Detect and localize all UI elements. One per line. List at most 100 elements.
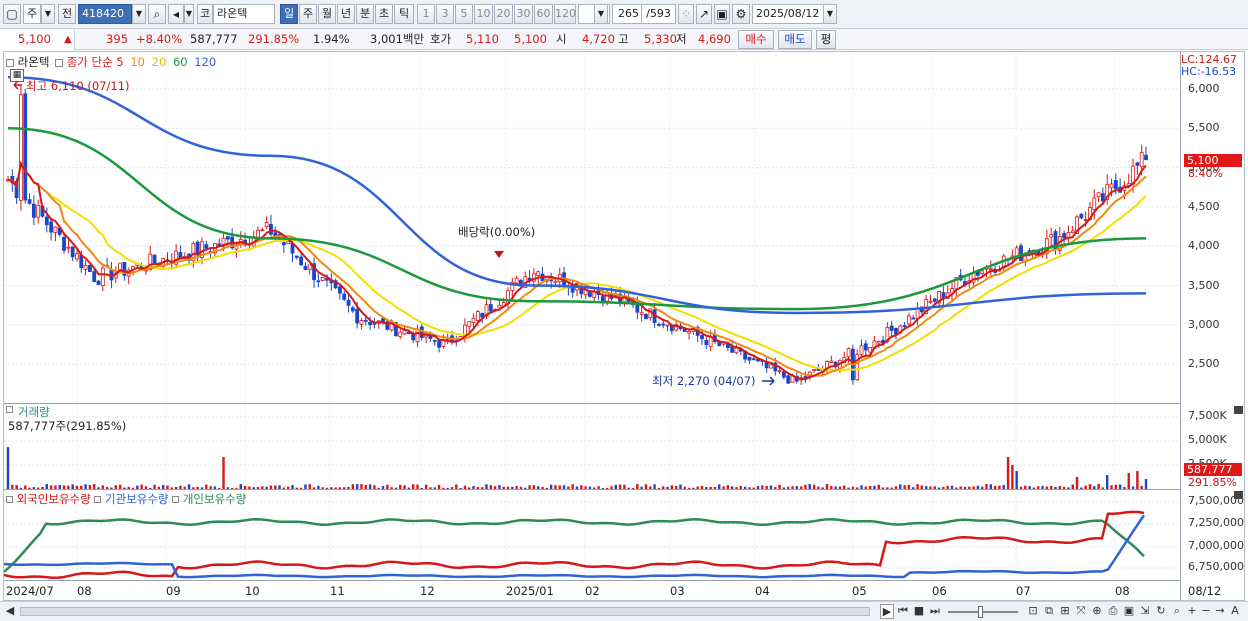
legend-handle-icon[interactable] [94, 496, 102, 503]
candle-body [320, 277, 325, 281]
layout-icon[interactable]: ⊡ [1026, 604, 1040, 619]
candle-body [553, 280, 558, 284]
candle-body [70, 246, 75, 258]
up-arrow-icon: ▲ [64, 34, 72, 45]
open-price: 4,720 [582, 32, 615, 46]
interval-30[interactable]: 30 [514, 4, 533, 24]
layout-icon[interactable]: ⊞ [1058, 604, 1072, 619]
volume-pane-close-icon[interactable] [1234, 406, 1243, 414]
rewind-icon[interactable]: ⏮ [896, 604, 910, 619]
interval-dropdown-icon[interactable]: ▼ [594, 4, 608, 24]
save-icon[interactable]: ▣ [714, 4, 730, 24]
quote-change: 395 [106, 32, 128, 46]
zoom-slider-thumb[interactable] [978, 606, 983, 618]
next-icon[interactable]: → [1214, 604, 1226, 619]
candle-body [812, 369, 816, 371]
holding-tick: 6,750,000 [1188, 560, 1244, 573]
chart-area[interactable]: 라온텍 종가 단순 5 10 20 60 120 ▦ 최고 6,110 (07/… [3, 51, 1245, 601]
grid-dots-icon[interactable]: ⁘ [678, 4, 694, 24]
scroll-track[interactable] [20, 607, 870, 616]
price-volume-separator[interactable] [4, 403, 1180, 404]
stop-icon[interactable]: ■ [912, 604, 926, 619]
scroll-left-icon[interactable]: ◀ [4, 604, 16, 619]
buy-button[interactable]: 매수 [738, 30, 774, 49]
export-icon[interactable]: ⇲ [1138, 604, 1152, 619]
interval-3[interactable]: 3 [436, 4, 454, 24]
forward-icon[interactable]: ⏭ [928, 604, 942, 619]
tab-period-tick[interactable]: 틱 [394, 4, 414, 24]
volume-bar [1127, 473, 1130, 489]
candle-body [1096, 192, 1101, 198]
chart-tool-icon[interactable]: ↗ [696, 4, 712, 24]
refresh-icon[interactable]: ↻ [1154, 604, 1168, 619]
chevron-down-icon[interactable]: ▼ [41, 4, 55, 24]
tab-period-week[interactable]: 주 [299, 4, 317, 24]
candle-body [269, 223, 273, 235]
chart-plot[interactable] [4, 52, 1244, 600]
candle-body [1113, 180, 1118, 190]
x-label: 04 [755, 584, 770, 598]
candle-body [782, 371, 786, 378]
candle-body [1019, 245, 1023, 262]
interval-120[interactable]: 120 [554, 4, 576, 24]
speaker-dropdown-icon[interactable]: ▼ [184, 4, 194, 24]
scroll-right-icon[interactable]: ▶ [880, 604, 894, 619]
auto-button[interactable]: A [1228, 604, 1242, 619]
speaker-icon[interactable]: ◂ [168, 4, 184, 24]
candle-body [902, 325, 907, 328]
table-icon[interactable]: ▦ [10, 69, 24, 82]
candle-body [777, 370, 782, 373]
search-icon[interactable]: ⌕ [148, 4, 166, 24]
interval-20[interactable]: 20 [494, 4, 513, 24]
sell-button[interactable]: 매도 [778, 30, 812, 49]
pane-handle-icon[interactable] [6, 58, 14, 67]
low-arrow-icon [762, 376, 775, 386]
crosshair-icon[interactable]: ⤧ [1074, 604, 1088, 619]
holding-pane-close-icon[interactable] [1234, 491, 1243, 499]
interval-10[interactable]: 10 [474, 4, 493, 24]
price-tick: 3,500 [1188, 279, 1220, 292]
tab-period-minute[interactable]: 분 [356, 4, 374, 24]
zoom-slider[interactable] [948, 611, 1018, 613]
interval-5[interactable]: 5 [455, 4, 473, 24]
candle-body [928, 300, 933, 303]
volume-pane-handle[interactable] [6, 406, 13, 413]
date-dropdown-icon[interactable]: ▼ [823, 4, 837, 24]
market-label[interactable]: 코 [197, 4, 213, 24]
volume-bar [1006, 457, 1010, 489]
period-main-select[interactable]: 주 [23, 4, 41, 24]
candle-body [488, 304, 493, 312]
gear-icon[interactable]: ⚙ [732, 4, 750, 24]
current-volume-pct: 291.85% [1188, 476, 1237, 489]
scroll-bar: ◀ ▶ ⏮ ■ ⏭ ⊡ ⧉ ⊞ ⤧ ⊕ ⎙ ▣ ⇲ ↻ ⌕ + − → A [0, 601, 1248, 621]
legend-handle-icon[interactable] [55, 58, 64, 67]
zoom-out-icon[interactable]: − [1200, 604, 1212, 619]
layout-icon[interactable]: ⧉ [1042, 604, 1056, 619]
image-icon[interactable]: ▣ [1122, 604, 1136, 619]
magnify-icon[interactable]: ⌕ [1170, 604, 1184, 619]
date-input[interactable]: 2025/08/12 [752, 4, 824, 24]
code-dropdown-icon[interactable]: ▼ [132, 4, 146, 24]
stock-name-field[interactable]: 라온텍 [213, 4, 275, 24]
chart-window-icon[interactable]: ▢ [3, 4, 21, 24]
candle-body [286, 241, 291, 245]
tab-period-year[interactable]: 년 [337, 4, 355, 24]
volume-holding-separator[interactable] [4, 489, 1180, 490]
count-input[interactable]: 265 [612, 4, 642, 24]
zoom-icon[interactable]: ⊕ [1090, 604, 1104, 619]
prev-button[interactable]: 전 [58, 4, 76, 24]
interval-1[interactable]: 1 [417, 4, 435, 24]
print-icon[interactable]: ⎙ [1106, 604, 1120, 619]
holding-handle-icon[interactable] [6, 496, 13, 503]
tab-period-month[interactable]: 월 [318, 4, 336, 24]
interval-60[interactable]: 60 [534, 4, 553, 24]
candle-body [1083, 219, 1088, 221]
candle-body [1109, 183, 1114, 189]
tab-period-second[interactable]: 초 [375, 4, 393, 24]
code-input[interactable]: 418420 [78, 4, 132, 24]
eval-button[interactable]: 평 [816, 30, 836, 49]
tab-period-day[interactable]: 일 [280, 4, 298, 24]
zoom-in-icon[interactable]: + [1186, 604, 1198, 619]
legend-handle-icon[interactable] [172, 496, 180, 503]
legend-stock-name: 라온텍 [17, 55, 50, 69]
